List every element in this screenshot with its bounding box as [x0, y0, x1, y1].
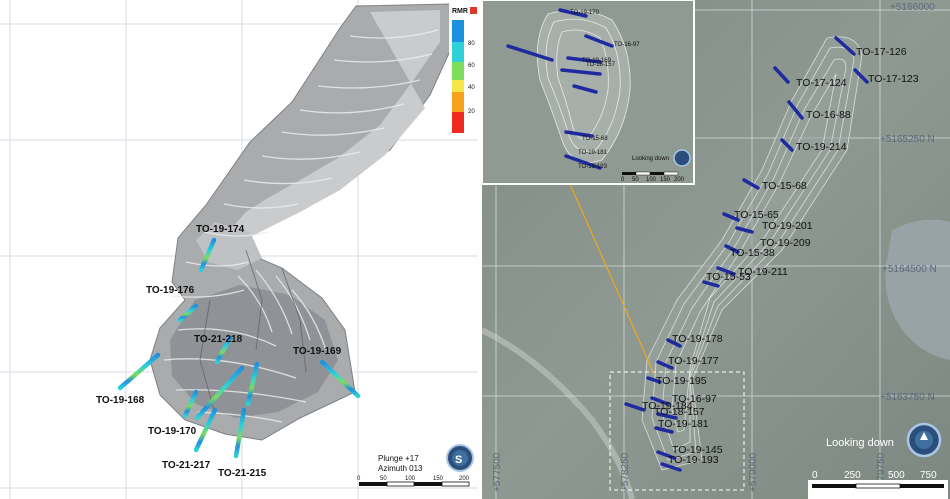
svg-text:0: 0 [357, 476, 361, 482]
svg-text:500: 500 [888, 470, 905, 481]
drillhole-label: TO-19-201 [762, 220, 813, 232]
view-label: Looking down [826, 437, 894, 449]
coord-label: +579000 [748, 452, 759, 492]
inset-label: TO-19-170 [570, 10, 600, 16]
drillhole-label: TO-19-174 [196, 224, 245, 235]
legend-tick: 80 [468, 41, 475, 47]
svg-text:0: 0 [812, 470, 818, 481]
coord-label: +5166000 [890, 2, 935, 13]
svg-text:100: 100 [646, 177, 657, 183]
inset-map: TO-19-170 TO-16-97 TO-18-157 TO-19-169 T… [482, 0, 695, 185]
drillhole-label: TO-18-157 [654, 406, 705, 418]
plunge-text: Plunge +17 [378, 454, 419, 463]
svg-text:50: 50 [380, 476, 387, 482]
drillhole-label: TO-16-88 [806, 109, 851, 121]
drillhole-label: TO-19-193 [668, 454, 719, 466]
drillhole-label: TO-21-218 [194, 334, 243, 345]
legend-tick: 60 [468, 63, 475, 69]
drillhole-label: TO-15-38 [730, 247, 775, 259]
coord-label: +5165250 N [880, 134, 935, 145]
compass-icon[interactable]: S [446, 444, 474, 472]
drillhole-label: TO-19-168 [96, 395, 145, 406]
drillhole-label: TO-15-53 [706, 271, 751, 283]
inset-label: TO-19-169 [582, 58, 612, 64]
svg-text:150: 150 [433, 476, 444, 482]
drillhole-label: TO-19-176 [146, 285, 195, 296]
coord-label: +578250 [620, 452, 631, 492]
inset-label: TO-19-181 [578, 150, 608, 156]
drillhole-label: TO-19-169 [293, 346, 342, 357]
right-plan-view: +5166000 +5165250 N +5164500 N +5163750 … [482, 0, 950, 499]
svg-text:250: 250 [844, 470, 861, 481]
drillhole-label: TO-19-170 [148, 426, 197, 437]
drillhole-label: TO-19-178 [672, 333, 723, 345]
left-3d-view: TO-19-174 TO-19-176 TO-21-218 TO-19-169 … [0, 0, 478, 499]
svg-text:150: 150 [660, 177, 671, 183]
drillhole-label: TO-19-177 [668, 355, 719, 367]
coord-label: +5163750 N [880, 392, 935, 403]
svg-text:750: 750 [920, 470, 937, 481]
left-scale-bar: 0 50 100 150 200 [357, 476, 470, 487]
legend-tick: 20 [468, 109, 475, 115]
legend-tick: 40 [468, 85, 475, 91]
svg-text:200: 200 [674, 177, 685, 183]
drillhole-label: TO-21-215 [218, 468, 267, 479]
inset-label: TO-16-97 [614, 42, 640, 48]
coord-label: +5164500 N [882, 264, 937, 275]
inset-compass-icon[interactable] [673, 149, 691, 167]
compass-letter: S [455, 454, 462, 466]
drillhole-label: TO-19-195 [656, 375, 707, 387]
legend-close-icon[interactable] [470, 7, 477, 14]
inset-label: TO-15-68 [582, 136, 608, 142]
drillhole-label: TO-19-181 [658, 418, 709, 430]
compass-icon[interactable] [906, 422, 942, 458]
legend-title: RMR [452, 8, 468, 15]
drillhole-label: TO-15-68 [762, 180, 807, 192]
drillhole-label: TO-19-214 [796, 141, 847, 153]
orebody-model [149, 3, 456, 441]
azimuth-text: Azimuth 013 [378, 464, 423, 473]
drillhole-label: TO-17-123 [868, 73, 919, 85]
inset-view-label: Looking down [632, 156, 669, 162]
svg-text:100: 100 [405, 476, 416, 482]
svg-text:200: 200 [459, 476, 470, 482]
svg-text:50: 50 [632, 177, 639, 183]
inset-label: TO-19-193 [578, 164, 608, 170]
drillhole-label: TO-17-124 [796, 77, 847, 89]
rmr-legend: RMR 80 60 40 20 [449, 3, 478, 134]
drillhole-label: TO-21-217 [162, 460, 211, 471]
coord-label: +577500 [492, 452, 503, 492]
drillhole-label: TO-17-126 [856, 46, 907, 58]
